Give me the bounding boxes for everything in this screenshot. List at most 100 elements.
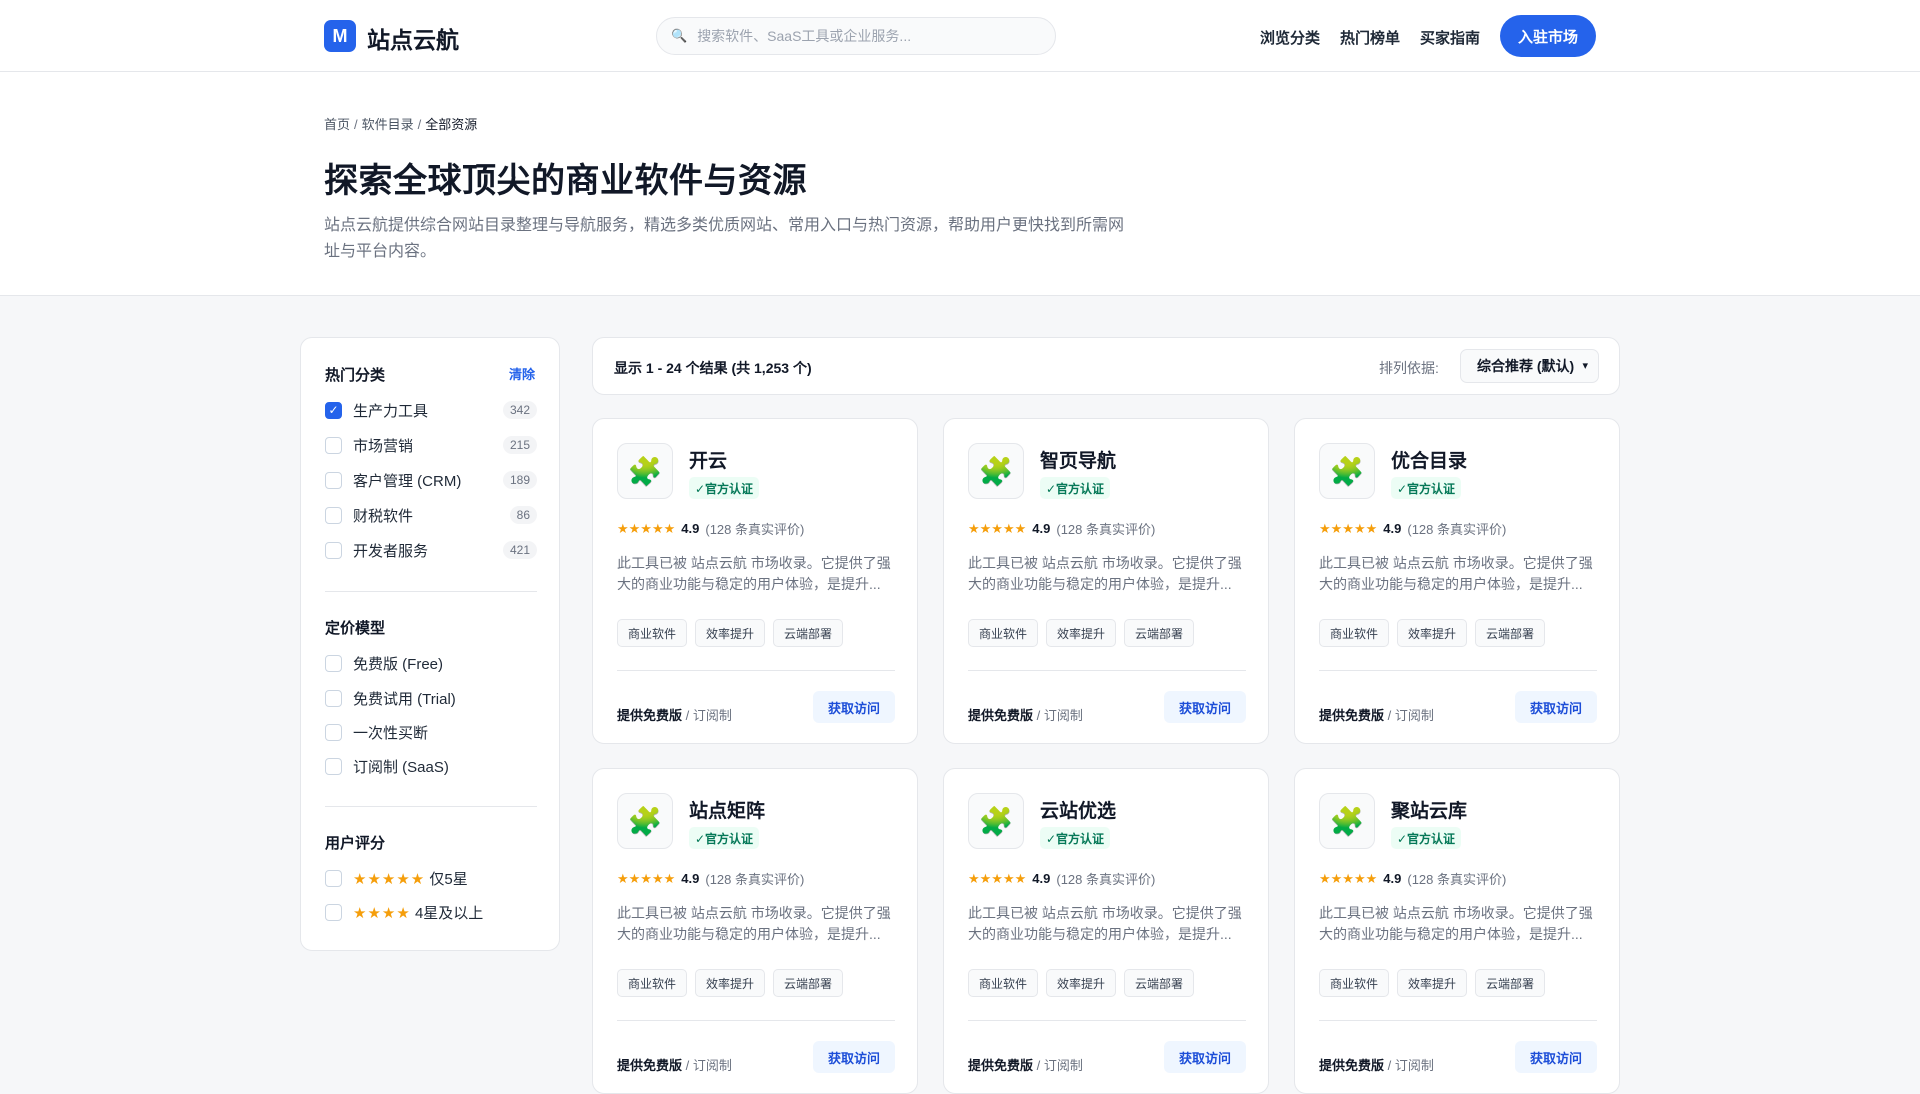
pricing-heading: 定价模型	[325, 620, 386, 637]
rating-row: ★★★★★ 4.9 (128 条真实评价)	[617, 519, 804, 538]
tag[interactable]: 云端部署	[1475, 969, 1546, 997]
tag[interactable]: 商业软件	[617, 619, 688, 647]
product-name[interactable]: 智页导航	[1040, 446, 1116, 473]
rating-value: 4.9	[1383, 521, 1402, 536]
star-icon: ★★★★	[353, 904, 411, 922]
product-card[interactable]: 🧩 站点矩阵 ✓官方认证 ★★★★★ 4.9 (128 条真实评价) 此工具已被…	[592, 768, 918, 1094]
get-access-button[interactable]: 获取访问	[1164, 1041, 1246, 1073]
review-count: (128 条真实评价)	[705, 522, 805, 537]
rating-row: ★★★★★ 4.9 (128 条真实评价)	[968, 869, 1155, 888]
divider	[1319, 1020, 1597, 1021]
tag[interactable]: 商业软件	[1319, 619, 1390, 647]
tag[interactable]: 效率提升	[1397, 969, 1468, 997]
tag-list: 商业软件 效率提升 云端部署	[968, 969, 1195, 997]
checkbox[interactable]	[325, 869, 342, 887]
tag[interactable]: 效率提升	[695, 619, 766, 647]
checkbox[interactable]	[325, 436, 342, 454]
get-access-button[interactable]: 获取访问	[1515, 691, 1597, 723]
category-count: 421	[502, 541, 537, 559]
divider	[325, 806, 537, 807]
checkbox[interactable]	[325, 689, 342, 707]
nav-hot-rankings[interactable]: 热门榜单	[1340, 27, 1400, 48]
category-filter-item[interactable]: 客户管理 (CRM) 189	[325, 469, 537, 491]
checkbox[interactable]	[325, 723, 342, 741]
category-filter-item[interactable]: 财税软件 86	[325, 504, 537, 526]
get-access-button[interactable]: 获取访问	[1515, 1041, 1597, 1073]
verified-badge: ✓官方认证	[1040, 827, 1111, 849]
tag[interactable]: 商业软件	[1319, 969, 1390, 997]
tag[interactable]: 效率提升	[1397, 619, 1468, 647]
pricing-info: 提供免费版 / 订阅制	[968, 1058, 1083, 1073]
clear-filters-button[interactable]: 清除	[509, 364, 535, 383]
checkbox[interactable]	[325, 903, 342, 921]
product-card[interactable]: 🧩 智页导航 ✓官方认证 ★★★★★ 4.9 (128 条真实评价) 此工具已被…	[943, 418, 1269, 744]
checkbox[interactable]	[325, 506, 342, 524]
tag[interactable]: 云端部署	[773, 619, 844, 647]
category-label: 生产力工具	[353, 402, 429, 420]
category-filter-item[interactable]: ✓ 生产力工具 342	[325, 399, 537, 421]
tag[interactable]: 云端部署	[1124, 969, 1195, 997]
checkbox[interactable]	[325, 654, 342, 672]
product-name[interactable]: 云站优选	[1040, 796, 1116, 823]
tag[interactable]: 商业软件	[617, 969, 688, 997]
tag[interactable]: 商业软件	[968, 969, 1039, 997]
join-market-button[interactable]: 入驻市场	[1500, 15, 1596, 57]
sort-select[interactable]: 综合推荐 (默认) ▾	[1460, 349, 1599, 383]
star-icon: ★★★★★	[968, 870, 1027, 886]
checkbox[interactable]	[325, 541, 342, 559]
divider	[1319, 670, 1597, 671]
product-name[interactable]: 聚站云库	[1391, 796, 1467, 823]
rating-filter-item[interactable]: ★★★★ 4星及以上	[325, 901, 537, 923]
tag[interactable]: 效率提升	[1046, 969, 1117, 997]
brand-name[interactable]: 站点云航	[367, 21, 459, 55]
category-count: 342	[502, 401, 537, 419]
breadcrumb-home[interactable]: 首页	[324, 117, 350, 132]
product-card[interactable]: 🧩 聚站云库 ✓官方认证 ★★★★★ 4.9 (128 条真实评价) 此工具已被…	[1294, 768, 1620, 1094]
rating-value: 4.9	[1032, 521, 1051, 536]
checkbox[interactable]	[325, 471, 342, 489]
product-name[interactable]: 开云	[689, 446, 727, 473]
pricing-filter-item[interactable]: 免费试用 (Trial)	[325, 687, 537, 709]
page-title: 探索全球顶尖的商业软件与资源	[324, 162, 807, 200]
nav-browse-categories[interactable]: 浏览分类	[1260, 27, 1320, 48]
verified-badge: ✓官方认证	[1391, 827, 1462, 849]
get-access-button[interactable]: 获取访问	[813, 1041, 895, 1073]
product-description: 此工具已被 站点云航 市场收录。它提供了强大的商业功能与稳定的用户体验，是提升.…	[1319, 905, 1593, 942]
rating-label: ★★★★★ 仅5星	[353, 870, 468, 888]
category-filter-item[interactable]: 开发者服务 421	[325, 539, 537, 561]
rating-value: 4.9	[681, 871, 700, 886]
pricing-filter-item[interactable]: 免费版 (Free)	[325, 652, 537, 674]
nav-buyer-guide[interactable]: 买家指南	[1420, 27, 1480, 48]
verified-badge: ✓官方认证	[689, 477, 760, 499]
divider	[968, 670, 1246, 671]
get-access-button[interactable]: 获取访问	[813, 691, 895, 723]
product-name[interactable]: 站点矩阵	[689, 796, 765, 823]
category-filter-item[interactable]: 市场营销 215	[325, 434, 537, 456]
category-count: 215	[502, 436, 537, 454]
product-name[interactable]: 优合目录	[1391, 446, 1467, 473]
divider	[617, 670, 895, 671]
tag[interactable]: 商业软件	[968, 619, 1039, 647]
checkbox[interactable]	[325, 757, 342, 775]
rating-heading: 用户评分	[325, 835, 386, 852]
category-label: 财税软件	[353, 507, 414, 525]
tag[interactable]: 云端部署	[1475, 619, 1546, 647]
rating-filter-item[interactable]: ★★★★★ 仅5星	[325, 867, 537, 889]
review-count: (128 条真实评价)	[1056, 872, 1156, 887]
pricing-filter-item[interactable]: 一次性买断	[325, 721, 537, 743]
tag[interactable]: 效率提升	[695, 969, 766, 997]
product-card[interactable]: 🧩 云站优选 ✓官方认证 ★★★★★ 4.9 (128 条真实评价) 此工具已被…	[943, 768, 1269, 1094]
tag[interactable]: 云端部署	[773, 969, 844, 997]
logo-icon[interactable]: M	[324, 20, 356, 52]
checkbox-checked[interactable]: ✓	[325, 401, 342, 419]
product-card[interactable]: 🧩 优合目录 ✓官方认证 ★★★★★ 4.9 (128 条真实评价) 此工具已被…	[1294, 418, 1620, 744]
tag[interactable]: 云端部署	[1124, 619, 1195, 647]
product-card[interactable]: 🧩 开云 ✓官方认证 ★★★★★ 4.9 (128 条真实评价) 此工具已被 站…	[592, 418, 918, 744]
search-input[interactable]: 🔍 搜索软件、SaaS工具或企业服务...	[656, 17, 1056, 55]
pricing-info: 提供免费版 / 订阅制	[617, 708, 732, 723]
tag[interactable]: 效率提升	[1046, 619, 1117, 647]
get-access-button[interactable]: 获取访问	[1164, 691, 1246, 723]
tag-list: 商业软件 效率提升 云端部署	[1319, 619, 1546, 647]
breadcrumb-software-catalog[interactable]: 软件目录	[362, 117, 414, 132]
pricing-filter-item[interactable]: 订阅制 (SaaS)	[325, 755, 537, 777]
